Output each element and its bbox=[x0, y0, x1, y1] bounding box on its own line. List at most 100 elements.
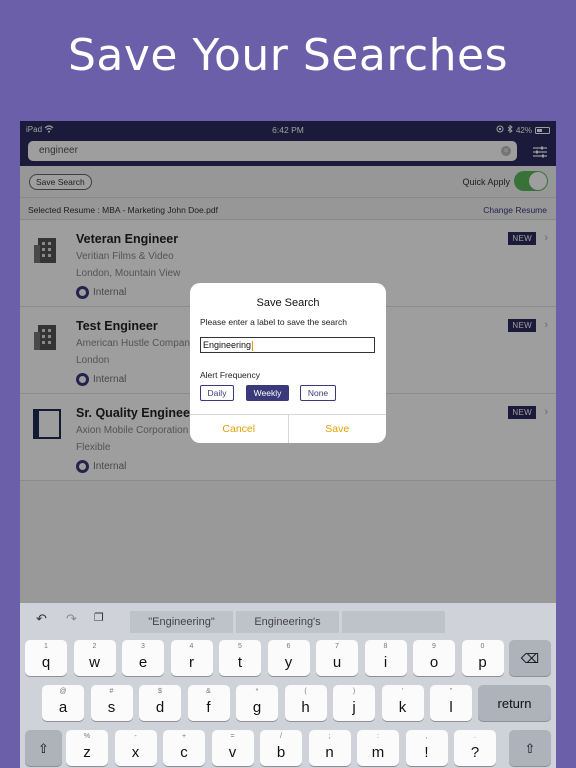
key-c[interactable]: + c bbox=[163, 730, 205, 766]
key-?[interactable]: .? bbox=[454, 730, 496, 766]
search-label-input[interactable]: Engineering bbox=[200, 337, 375, 353]
key-secondary-label: * bbox=[255, 688, 259, 695]
key-h[interactable]: (h bbox=[284, 685, 327, 721]
undo-icon[interactable]: ↶ bbox=[36, 611, 47, 627]
key-secondary-label: " bbox=[449, 688, 453, 695]
key-n[interactable]: ; n bbox=[308, 730, 351, 766]
dialog-actions: Cancel Save bbox=[190, 414, 386, 443]
key-label: w bbox=[89, 654, 100, 671]
key-x[interactable]: -x bbox=[114, 730, 157, 766]
redo-icon[interactable]: ↷ bbox=[66, 611, 77, 627]
keyboard-suggestion-bar: ↶ ↷ ❐ "Engineering" Engineering's bbox=[20, 603, 556, 633]
key-label: x bbox=[131, 744, 140, 761]
key-j[interactable]: ) j bbox=[333, 685, 375, 721]
key-label: s bbox=[107, 699, 116, 716]
key-o[interactable]: 9o bbox=[413, 640, 455, 676]
key-q[interactable]: 1q bbox=[25, 640, 67, 676]
keyboard: ↶ ↷ ❐ "Engineering" Engineering's 1q2w3e… bbox=[20, 603, 556, 768]
dialog-message: Please enter a label to save the search bbox=[200, 317, 347, 327]
key-secondary-label: @ bbox=[59, 688, 67, 695]
key-v[interactable]: = v bbox=[211, 730, 254, 766]
frequency-none-button[interactable]: None bbox=[300, 385, 336, 401]
key-u[interactable]: 7u bbox=[316, 640, 358, 676]
key-label: g bbox=[252, 699, 262, 716]
key-label: d bbox=[155, 699, 165, 716]
key-label: ! bbox=[424, 744, 429, 761]
key-label: f bbox=[206, 699, 211, 716]
key-s[interactable]: # s bbox=[90, 685, 133, 721]
suggestion-2[interactable]: Engineering's bbox=[236, 611, 339, 633]
key-k[interactable]: ' k bbox=[381, 685, 424, 721]
key-label: p bbox=[478, 654, 487, 671]
search-label-value: Engineering bbox=[203, 340, 252, 350]
paste-icon[interactable]: ❐ bbox=[94, 611, 104, 624]
suggestion-1[interactable]: "Engineering" bbox=[130, 611, 233, 633]
key-l[interactable]: " l bbox=[430, 685, 472, 721]
save-button[interactable]: Save bbox=[289, 415, 387, 443]
key-label: n bbox=[325, 744, 334, 761]
frequency-daily-button[interactable]: Daily bbox=[200, 385, 234, 401]
key-secondary-label: 1 bbox=[44, 643, 48, 650]
key-label: ? bbox=[470, 744, 480, 761]
key-label: b bbox=[276, 744, 286, 761]
key-secondary-label: : bbox=[377, 733, 379, 740]
shift-right-key[interactable]: ⇧ bbox=[509, 730, 551, 766]
ipad-screen: iPad 6:42 PM 42% engineer × Save Search … bbox=[20, 121, 556, 768]
key-secondary-label: ) bbox=[352, 688, 356, 695]
key-label: q bbox=[41, 654, 51, 671]
key-secondary-label: 0 bbox=[480, 643, 485, 650]
key-y[interactable]: 6y bbox=[267, 640, 310, 676]
key-label: k bbox=[398, 699, 407, 716]
key-z[interactable]: % z bbox=[66, 730, 108, 766]
backspace-icon: ⌫ bbox=[520, 651, 540, 666]
suggestion-3[interactable] bbox=[342, 611, 445, 633]
key-label: m bbox=[371, 744, 385, 761]
key-label: h bbox=[301, 699, 310, 716]
key-label: i bbox=[383, 654, 388, 671]
save-search-dialog: Save Search Please enter a label to save… bbox=[190, 283, 386, 443]
key-label: y bbox=[284, 654, 293, 671]
key-d[interactable]: $ d bbox=[139, 685, 181, 721]
key-label: e bbox=[138, 654, 148, 671]
key-label: t bbox=[237, 654, 243, 671]
key-label: r bbox=[189, 654, 194, 671]
key-secondary-label: $ bbox=[158, 688, 162, 695]
key-b[interactable]: / b bbox=[260, 730, 302, 766]
key-i[interactable]: 8i bbox=[364, 640, 407, 676]
key-r[interactable]: 4r bbox=[170, 640, 213, 676]
backspace-key[interactable]: ⌫ bbox=[509, 640, 551, 676]
key-label: a bbox=[58, 699, 68, 716]
key-![interactable]: ,! bbox=[405, 730, 448, 766]
key-a[interactable]: @ a bbox=[42, 685, 84, 721]
cancel-button[interactable]: Cancel bbox=[190, 415, 288, 443]
key-m[interactable]: :m bbox=[357, 730, 399, 766]
shift-icon: ⇧ bbox=[38, 741, 49, 756]
key-secondary-label: , bbox=[425, 733, 428, 740]
key-label: v bbox=[228, 744, 237, 761]
headline: Save Your Searches bbox=[67, 30, 509, 81]
key-secondary-label: 7 bbox=[335, 643, 339, 650]
key-g[interactable]: * g bbox=[236, 685, 278, 721]
key-f[interactable]: & f bbox=[187, 685, 230, 721]
key-secondary-label: / bbox=[280, 733, 282, 740]
key-secondary-label: % bbox=[83, 733, 91, 740]
key-secondary-label: 2 bbox=[92, 643, 97, 650]
key-secondary-label: 5 bbox=[238, 643, 242, 650]
key-secondary-label: ( bbox=[304, 688, 307, 695]
key-label: j bbox=[352, 699, 356, 716]
frequency-weekly-button[interactable]: Weekly bbox=[246, 385, 289, 401]
key-secondary-label: 3 bbox=[141, 643, 145, 650]
key-secondary-label: 6 bbox=[286, 643, 291, 650]
key-t[interactable]: 5t bbox=[219, 640, 261, 676]
key-w[interactable]: 2w bbox=[73, 640, 116, 676]
shift-left-key[interactable]: ⇧ bbox=[25, 730, 62, 766]
key-secondary-label: = bbox=[230, 733, 235, 740]
key-secondary-label: 9 bbox=[432, 643, 436, 650]
key-secondary-label: + bbox=[181, 733, 187, 740]
return-key[interactable]: return bbox=[478, 685, 551, 721]
key-p[interactable]: 0p bbox=[461, 640, 504, 676]
key-secondary-label: # bbox=[109, 688, 114, 695]
key-e[interactable]: 3e bbox=[122, 640, 164, 676]
key-secondary-label: ; bbox=[328, 733, 331, 740]
key-label: z bbox=[83, 744, 91, 761]
